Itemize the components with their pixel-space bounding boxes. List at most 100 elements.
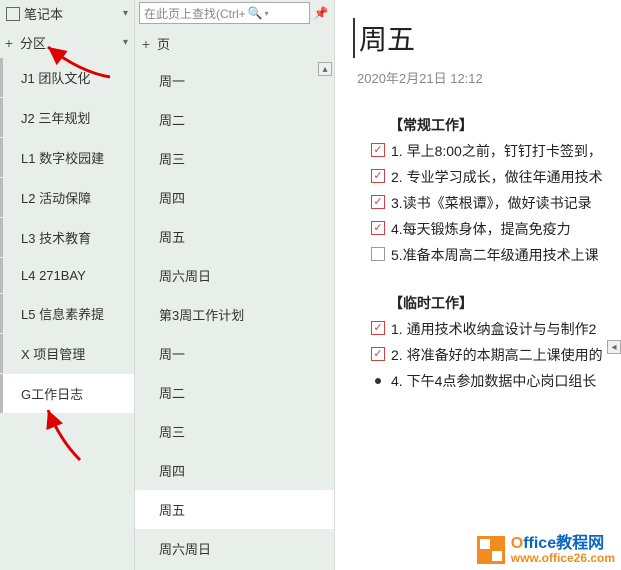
scroll-indicator-icon[interactable]: ◂ — [607, 340, 621, 354]
search-placeholder: 在此页上查找(Ctrl+ — [144, 5, 246, 22]
notebook-header[interactable]: 笔记本 ▾ — [0, 0, 134, 27]
search-row: 在此页上查找(Ctrl+ 🔍 ▾ 📌 — [135, 0, 334, 26]
task-text: 4.每天锻炼身体，提高免疫力 — [391, 219, 571, 239]
chevron-down-icon: ▾ — [123, 37, 128, 48]
page-item[interactable]: 周四 — [135, 178, 334, 217]
note-date: 2020年2月21日 12:12 — [357, 68, 621, 87]
page-item[interactable]: 周三 — [135, 412, 334, 451]
checkbox-icon[interactable]: ✓ — [371, 195, 385, 209]
task-text: 1. 早上8:00之前，钉钉打卡签到， — [391, 141, 602, 161]
page-label: 周六周日 — [159, 542, 211, 557]
task-row[interactable]: ✓ 4.每天锻炼身体，提高免疫力 — [371, 219, 621, 239]
checkbox-icon[interactable]: ✓ — [371, 321, 385, 335]
page-item-active[interactable]: 周五 — [135, 490, 334, 529]
checkbox-icon[interactable]: ✓ — [371, 143, 385, 157]
add-section-icon[interactable]: + — [2, 35, 16, 51]
page-label: 周四 — [159, 464, 185, 479]
section-item[interactable]: L1 数字校园建 — [0, 138, 134, 177]
page-label: 第3周工作计划 — [159, 308, 244, 323]
note-title[interactable]: 周五 — [353, 18, 621, 58]
task-row[interactable]: ✓ 1. 通用技术收纳盒设计与与制作2 — [371, 319, 621, 339]
notebook-icon — [6, 7, 20, 21]
watermark-url: www.office26.com — [511, 552, 615, 564]
section-item-active[interactable]: G工作日志 — [0, 374, 134, 413]
page-item[interactable]: 周六周日 — [135, 529, 334, 568]
task-row[interactable]: ✓ 5.准备本周高二年级通用技术上课 — [371, 245, 621, 265]
task-row[interactable]: ✓ 1. 早上8:00之前，钉钉打卡签到， — [371, 141, 621, 161]
note-content: 周五 2020年2月21日 12:12 【常规工作】 ✓ 1. 早上8:00之前，… — [335, 0, 621, 570]
note-title-text: 周五 — [359, 18, 415, 58]
watermark-brand-o: O — [511, 535, 523, 552]
section-label: L2 活动保障 — [21, 191, 91, 206]
bullet-icon — [375, 378, 381, 384]
page-item[interactable]: 周一 — [135, 334, 334, 373]
app-root: 笔记本 ▾ + 分区 ▾ J1 团队文化 J2 三年规划 L1 数字校园建 L2… — [0, 0, 621, 570]
page-label: 周一 — [159, 347, 185, 362]
task-row[interactable]: 4. 下午4点参加数据中心岗口组长 — [371, 371, 621, 391]
page-item[interactable]: 第3周工作计划 — [135, 295, 334, 334]
page-item[interactable]: 周二 — [135, 373, 334, 412]
task-text: 1. 通用技术收纳盒设计与与制作2 — [391, 319, 596, 339]
watermark-text: Office教程网 www.office26.com — [511, 536, 615, 564]
section-item[interactable]: L5 信息素养提 — [0, 294, 134, 333]
sections-header[interactable]: + 分区 ▾ — [0, 27, 134, 58]
sections-panel: 笔记本 ▾ + 分区 ▾ J1 团队文化 J2 三年规划 L1 数字校园建 L2… — [0, 0, 135, 570]
task-row[interactable]: ✓ 2. 将准备好的本期高二上课使用的 — [371, 345, 621, 365]
task-text: 5.准备本周高二年级通用技术上课 — [391, 245, 599, 265]
temp-header: 【临时工作】 — [389, 293, 621, 313]
page-item[interactable]: 周三 — [135, 139, 334, 178]
add-page-icon[interactable]: + — [139, 36, 153, 52]
task-row[interactable]: ✓ 2. 专业学习成长，做往年通用技术 — [371, 167, 621, 187]
page-label: 周五 — [159, 503, 185, 518]
checkbox-icon[interactable]: ✓ — [371, 221, 385, 235]
pages-header-label: 页 — [157, 34, 170, 53]
watermark-logo-icon — [477, 536, 505, 564]
section-item[interactable]: J1 团队文化 — [0, 58, 134, 97]
checkbox-icon[interactable]: ✓ — [371, 347, 385, 361]
pages-header[interactable]: + 页 — [135, 26, 334, 61]
section-label: G工作日志 — [21, 387, 83, 402]
page-label: 周一 — [159, 74, 185, 89]
pages-panel: 在此页上查找(Ctrl+ 🔍 ▾ 📌 + 页 ▴ 周一 周二 周三 周四 周五 … — [135, 0, 335, 570]
section-label: X 项目管理 — [21, 347, 85, 362]
page-item[interactable]: 周五 — [135, 217, 334, 256]
section-label: J1 团队文化 — [21, 71, 90, 86]
chevron-down-icon[interactable]: ▾ — [265, 9, 269, 18]
task-text: 2. 专业学习成长，做往年通用技术 — [391, 167, 603, 187]
page-label: 周二 — [159, 386, 185, 401]
section-item[interactable]: L3 技术教育 — [0, 218, 134, 257]
search-icon[interactable]: 🔍 — [248, 6, 263, 20]
page-item[interactable]: 周二 — [135, 100, 334, 139]
page-item[interactable]: 周四 — [135, 451, 334, 490]
watermark: Office教程网 www.office26.com — [477, 536, 615, 564]
section-label: L5 信息素养提 — [21, 307, 104, 322]
checkbox-icon[interactable]: ✓ — [371, 247, 385, 261]
page-item[interactable]: 周一 — [135, 61, 334, 100]
page-label: 周二 — [159, 113, 185, 128]
page-label: 周三 — [159, 425, 185, 440]
task-row[interactable]: ✓ 3.读书《菜根谭》，做好读书记录 — [371, 193, 621, 213]
page-item[interactable]: 周六周日 — [135, 256, 334, 295]
section-label: L4 271BAY — [21, 268, 86, 283]
section-item[interactable]: L2 活动保障 — [0, 178, 134, 217]
page-label: 周五 — [159, 230, 185, 245]
section-label: L3 技术教育 — [21, 231, 91, 246]
page-list: 周一 周二 周三 周四 周五 周六周日 第3周工作计划 周一 周二 周三 周四 … — [135, 61, 334, 570]
note-body[interactable]: 【常规工作】 ✓ 1. 早上8:00之前，钉钉打卡签到， ✓ 2. 专业学习成长，做… — [371, 115, 621, 391]
notebook-label: 笔记本 — [24, 4, 63, 23]
page-label: 周四 — [159, 191, 185, 206]
section-item[interactable]: L4 271BAY — [0, 258, 134, 293]
pin-icon[interactable]: 📌 — [312, 4, 330, 22]
checkbox-icon[interactable]: ✓ — [371, 169, 385, 183]
task-text: 3.读书《菜根谭》，做好读书记录 — [391, 193, 592, 213]
routine-header: 【常规工作】 — [389, 115, 621, 135]
sections-header-label: 分区 — [20, 33, 46, 52]
chevron-down-icon: ▾ — [123, 8, 128, 19]
task-text: 2. 将准备好的本期高二上课使用的 — [391, 345, 603, 365]
page-label: 周三 — [159, 152, 185, 167]
page-label: 周六周日 — [159, 269, 211, 284]
section-item[interactable]: J2 三年规划 — [0, 98, 134, 137]
section-label: L1 数字校园建 — [21, 151, 104, 166]
search-input[interactable]: 在此页上查找(Ctrl+ 🔍 ▾ — [139, 2, 310, 24]
section-item[interactable]: X 项目管理 — [0, 334, 134, 373]
